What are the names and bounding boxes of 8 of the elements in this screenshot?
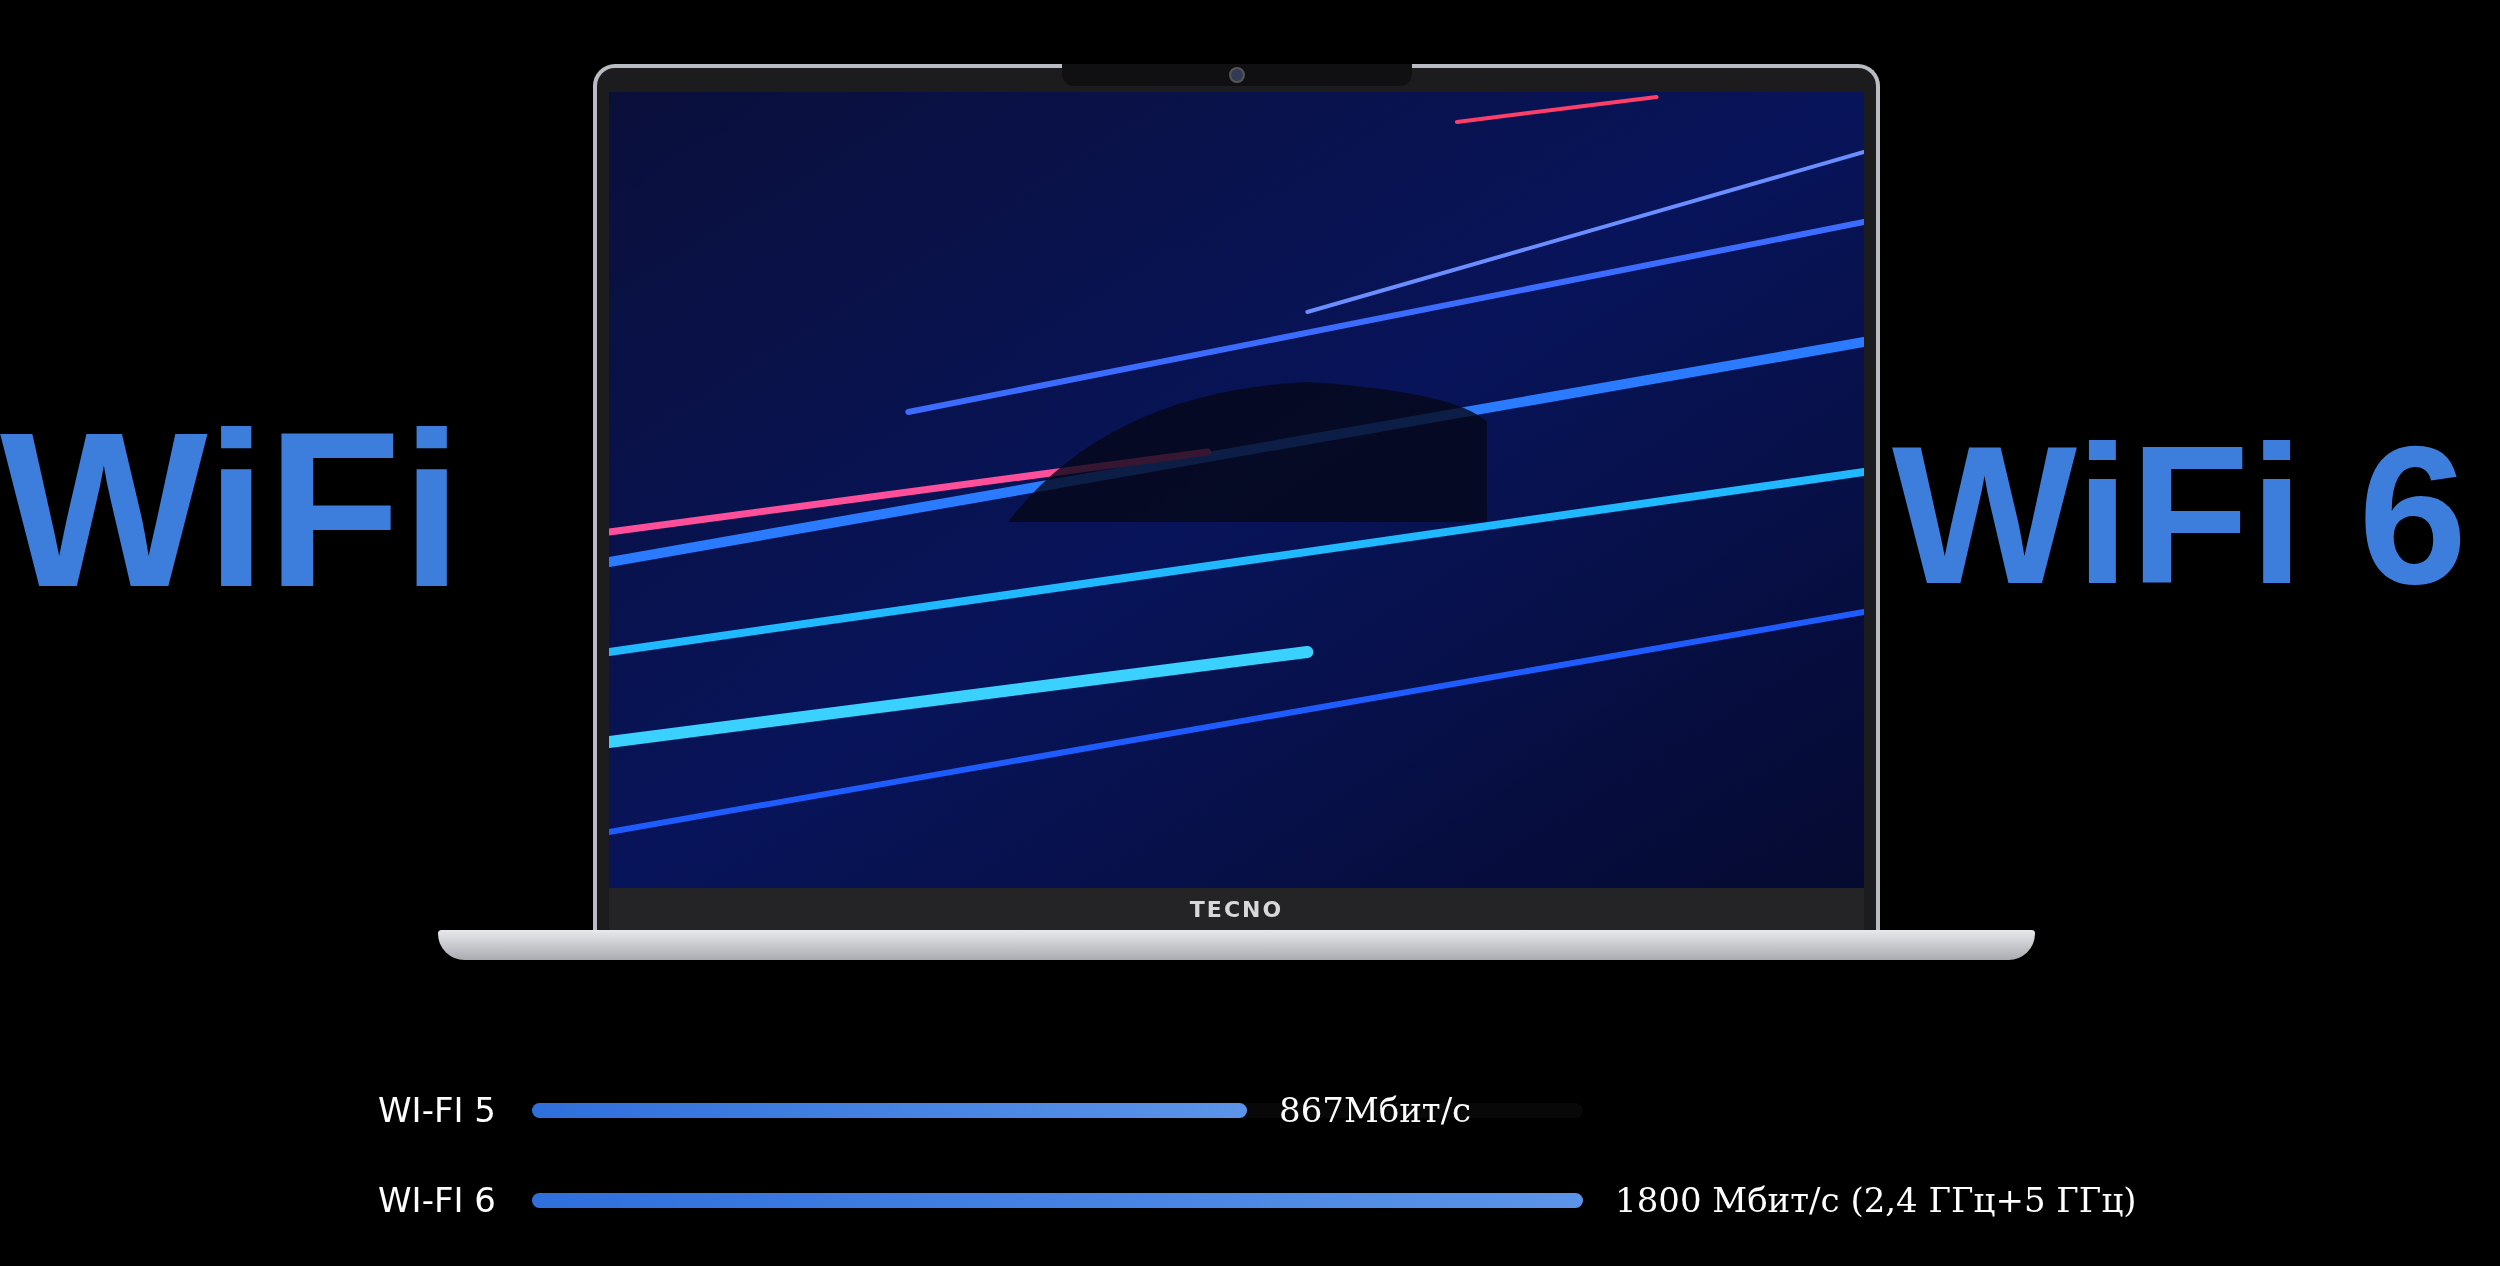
standard-label: WI-FI 6 [378, 1180, 497, 1220]
webcam-icon [1228, 67, 1245, 83]
headline: WiFi [0, 400, 463, 620]
standard-label: WI-FI 5 [378, 1090, 497, 1130]
brand-logo: TECNO [1189, 896, 1284, 922]
headline: WiFi 6 [1892, 418, 2468, 614]
speed-value: 867Мбит/с [1279, 1090, 1472, 1130]
speed-value: 1800 Мбит/с (2,4 ГГц+5 ГГц) [1615, 1180, 2137, 1220]
